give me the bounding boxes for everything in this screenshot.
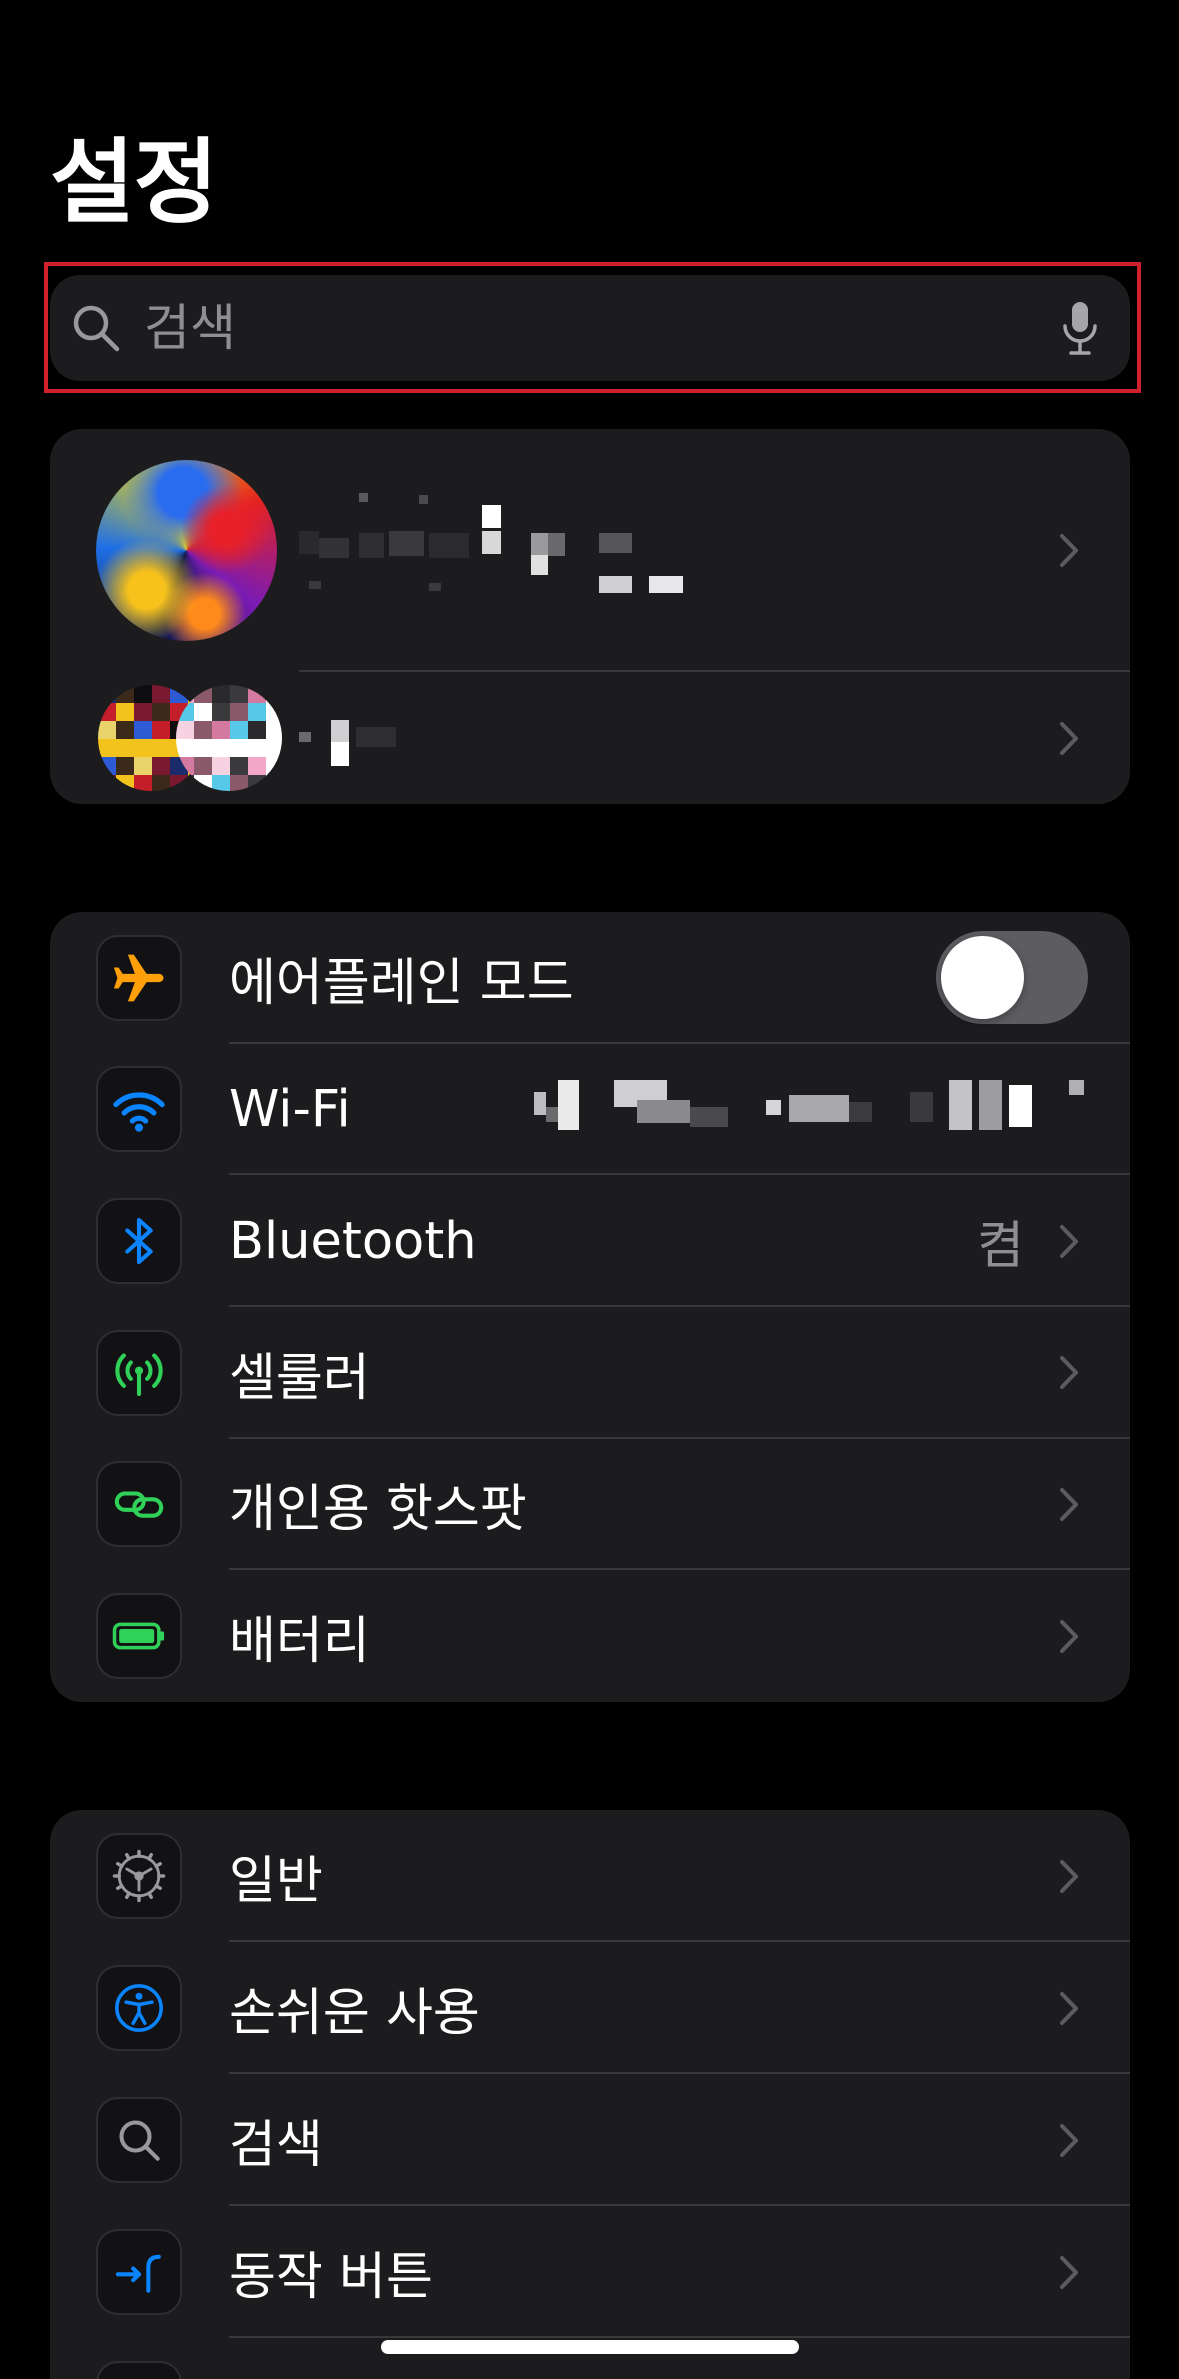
action-button-icon bbox=[96, 2229, 182, 2315]
chevron-right-icon bbox=[1060, 1859, 1078, 1893]
airplane-icon bbox=[96, 934, 182, 1021]
profile-avatar bbox=[96, 460, 277, 641]
settings-item-label: 배터리 bbox=[229, 1612, 370, 1672]
search-placeholder: 검색 bbox=[144, 299, 236, 357]
settings-item-general[interactable]: 일반 bbox=[50, 1810, 1130, 1942]
settings-item-personal-hotspot[interactable]: 개인용 핫스팟 bbox=[50, 1439, 1130, 1571]
redacted-family-name bbox=[299, 720, 396, 766]
chevron-right-icon bbox=[1060, 721, 1078, 755]
settings-item-accessibility[interactable]: 손쉬운 사용 bbox=[50, 1942, 1130, 2074]
redacted-account-name bbox=[299, 493, 683, 593]
redacted-wifi-network bbox=[534, 1079, 1084, 1130]
chevron-right-icon bbox=[1060, 534, 1078, 567]
settings-item-label: Wi-Fi bbox=[229, 1079, 351, 1139]
account-row[interactable] bbox=[50, 429, 1130, 672]
settings-item-cellular[interactable]: 셀룰러 bbox=[50, 1307, 1130, 1439]
page-title: 설정 bbox=[50, 129, 218, 236]
settings-item-label: 일반 bbox=[229, 1852, 323, 1911]
settings-item-label: 개인용 핫스팟 bbox=[229, 1480, 527, 1540]
search-input[interactable]: 검색 bbox=[50, 275, 1130, 381]
airplane-mode-toggle[interactable] bbox=[936, 931, 1088, 1025]
settings-item-bluetooth[interactable]: Bluetooth 켬 bbox=[50, 1175, 1130, 1307]
settings-item-airplane-mode[interactable]: 에어플레인 모드 bbox=[50, 912, 1130, 1044]
accessibility-icon bbox=[96, 1965, 182, 2051]
account-group bbox=[50, 429, 1130, 804]
chevron-right-icon bbox=[1060, 1991, 1078, 2025]
search-icon bbox=[96, 2097, 182, 2183]
system-group: 일반 손쉬운 사용 검색 동작 버튼 bbox=[50, 1810, 1130, 2379]
settings-item-wifi[interactable]: Wi-Fi bbox=[50, 1044, 1130, 1176]
settings-item-label: 검색 bbox=[229, 2116, 323, 2175]
settings-item-label: 셀룰러 bbox=[229, 1348, 370, 1408]
settings-item-label: 에어플레인 모드 bbox=[229, 953, 574, 1013]
chevron-right-icon bbox=[1060, 2255, 1078, 2289]
connectivity-group: 에어플레인 모드 Wi-Fi Bluetooth 켬 셀룰러 개인용 핫스팟 배… bbox=[50, 912, 1130, 1702]
bluetooth-status: 켬 bbox=[977, 1217, 1024, 1277]
chevron-right-icon bbox=[1060, 1224, 1078, 1258]
settings-item-label: 동작 버튼 bbox=[229, 2248, 433, 2307]
home-indicator[interactable] bbox=[381, 2340, 799, 2354]
settings-item-action-button[interactable]: 동작 버튼 bbox=[50, 2206, 1130, 2338]
antenna-icon bbox=[96, 1329, 182, 1416]
gear-icon bbox=[96, 1833, 182, 1919]
chevron-right-icon bbox=[1060, 1356, 1078, 1390]
family-avatars bbox=[98, 685, 282, 791]
chevron-right-icon bbox=[1060, 2123, 1078, 2157]
chevron-right-icon bbox=[1060, 1619, 1078, 1653]
battery-icon bbox=[96, 1593, 182, 1680]
wifi-icon bbox=[96, 1066, 182, 1153]
settings-item-search[interactable]: 검색 bbox=[50, 2074, 1130, 2206]
chain-link-icon bbox=[96, 1461, 182, 1548]
settings-item-label: 손쉬운 사용 bbox=[229, 1984, 480, 2043]
search-icon bbox=[73, 305, 120, 352]
microphone-icon[interactable] bbox=[1060, 300, 1100, 356]
settings-item-label: Bluetooth bbox=[229, 1211, 477, 1271]
chevron-right-icon bbox=[1060, 1487, 1078, 1521]
app-icon bbox=[96, 2361, 182, 2379]
settings-item-battery[interactable]: 배터리 bbox=[50, 1570, 1130, 1702]
family-row[interactable] bbox=[50, 672, 1130, 804]
toggle-knob bbox=[941, 936, 1024, 1020]
bluetooth-icon bbox=[96, 1198, 182, 1285]
